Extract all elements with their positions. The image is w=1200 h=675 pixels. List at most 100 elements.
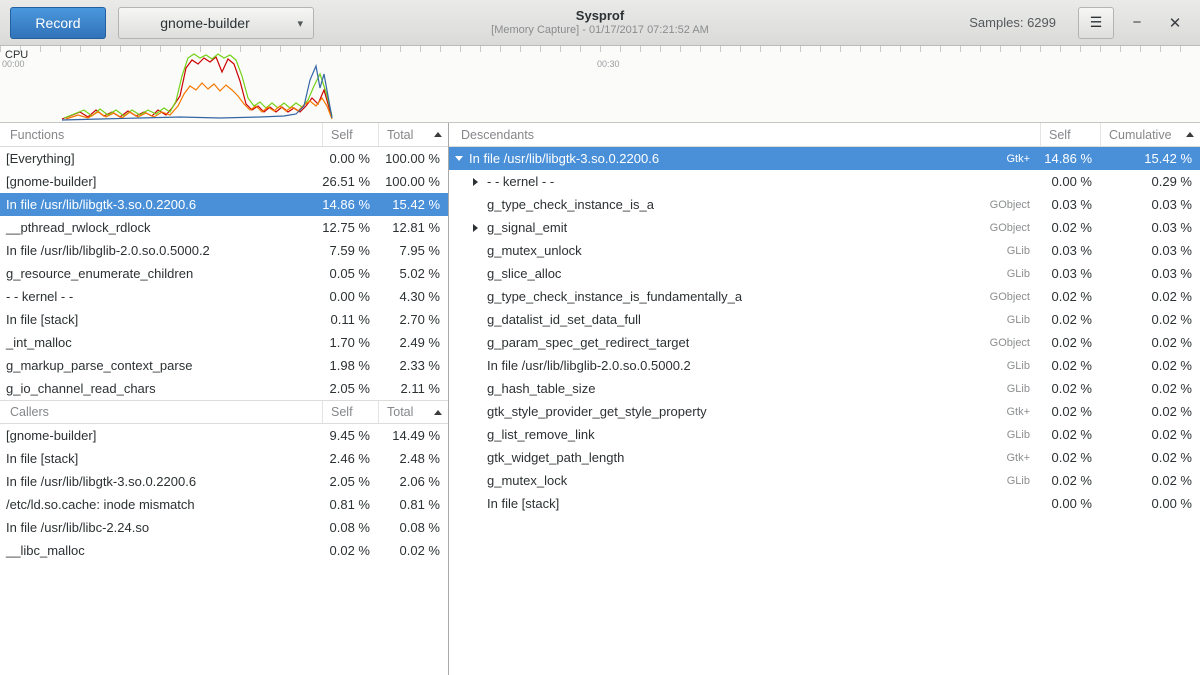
- left-panel: Functions Self Total [Everything]0.00 %1…: [0, 123, 449, 675]
- column-header-functions[interactable]: Functions: [0, 123, 322, 146]
- target-process-dropdown[interactable]: gnome-builder ▾: [118, 7, 314, 39]
- library-tag: GObject: [962, 337, 1040, 349]
- table-row[interactable]: In file /usr/lib/libgtk-3.so.0.2200.6Gtk…: [449, 147, 1200, 170]
- self-value: 9.45 %: [322, 428, 378, 443]
- record-button[interactable]: Record: [10, 7, 106, 39]
- header-bar: Record gnome-builder ▾ Sysprof [Memory C…: [0, 0, 1200, 46]
- library-tag: GLib: [962, 360, 1040, 372]
- column-header-self[interactable]: Self: [322, 401, 378, 423]
- table-row[interactable]: __libc_malloc0.02 %0.02 %: [0, 539, 448, 562]
- function-name: In file [stack]: [0, 312, 322, 327]
- function-name: g_resource_enumerate_children: [0, 266, 322, 281]
- table-row[interactable]: In file [stack]0.11 %2.70 %: [0, 308, 448, 331]
- table-row[interactable]: gtk_widget_path_lengthGtk+0.02 %0.02 %: [449, 446, 1200, 469]
- table-row[interactable]: In file /usr/lib/libgtk-3.so.0.2200.614.…: [0, 193, 448, 216]
- function-name: g_markup_parse_context_parse: [0, 358, 322, 373]
- self-value: 0.00 %: [322, 151, 378, 166]
- total-value: 7.95 %: [378, 243, 448, 258]
- function-name: g_datalist_id_set_data_full: [449, 312, 962, 327]
- function-label: g_type_check_instance_is_fundamentally_a: [487, 289, 742, 304]
- library-tag: GLib: [962, 429, 1040, 441]
- column-header-total[interactable]: Total: [378, 123, 448, 146]
- table-row[interactable]: _int_malloc1.70 %2.49 %: [0, 331, 448, 354]
- cumulative-value: 0.00 %: [1100, 496, 1200, 511]
- function-name: - - kernel - -: [449, 174, 962, 189]
- self-value: 0.02 %: [1040, 289, 1100, 304]
- table-row[interactable]: g_type_check_instance_is_aGObject0.03 %0…: [449, 193, 1200, 216]
- table-row[interactable]: /etc/ld.so.cache: inode mismatch0.81 %0.…: [0, 493, 448, 516]
- function-name: __libc_malloc: [0, 543, 322, 558]
- column-header-cumulative[interactable]: Cumulative: [1100, 123, 1200, 146]
- function-name: [Everything]: [0, 151, 322, 166]
- library-tag: GObject: [962, 291, 1040, 303]
- table-row[interactable]: g_resource_enumerate_children0.05 %5.02 …: [0, 262, 448, 285]
- total-value: 0.02 %: [378, 543, 448, 558]
- table-row[interactable]: g_datalist_id_set_data_fullGLib0.02 %0.0…: [449, 308, 1200, 331]
- cpu-usage-graph[interactable]: CPU 00:00 00:30: [0, 46, 1200, 123]
- table-row[interactable]: In file /usr/lib/libglib-2.0.so.0.5000.2…: [0, 239, 448, 262]
- close-button[interactable]: ✕: [1160, 8, 1190, 38]
- cumulative-value: 0.02 %: [1100, 473, 1200, 488]
- function-label: g_list_remove_link: [487, 427, 595, 442]
- self-value: 0.02 %: [1040, 473, 1100, 488]
- table-row[interactable]: In file /usr/lib/libc-2.24.so0.08 %0.08 …: [0, 516, 448, 539]
- self-value: 0.02 %: [1040, 427, 1100, 442]
- function-name: [gnome-builder]: [0, 428, 322, 443]
- table-row[interactable]: - - kernel - -0.00 %0.29 %: [449, 170, 1200, 193]
- table-row[interactable]: g_type_check_instance_is_fundamentally_a…: [449, 285, 1200, 308]
- column-header-total[interactable]: Total: [378, 401, 448, 423]
- expand-expander-icon[interactable]: [473, 224, 487, 232]
- cumulative-value: 0.03 %: [1100, 266, 1200, 281]
- function-label: g_param_spec_get_redirect_target: [487, 335, 689, 350]
- sort-arrow-icon: [434, 410, 442, 415]
- table-row[interactable]: g_list_remove_linkGLib0.02 %0.02 %: [449, 423, 1200, 446]
- self-value: 0.00 %: [1040, 496, 1100, 511]
- table-row[interactable]: [Everything]0.00 %100.00 %: [0, 147, 448, 170]
- table-row[interactable]: __pthread_rwlock_rdlock12.75 %12.81 %: [0, 216, 448, 239]
- column-header-descendants[interactable]: Descendants: [449, 123, 1040, 146]
- function-name: gtk_widget_path_length: [449, 450, 962, 465]
- table-row[interactable]: In file /usr/lib/libglib-2.0.so.0.5000.2…: [449, 354, 1200, 377]
- library-tag: GLib: [962, 383, 1040, 395]
- total-value: 100.00 %: [378, 151, 448, 166]
- table-row[interactable]: g_hash_table_sizeGLib0.02 %0.02 %: [449, 377, 1200, 400]
- table-row[interactable]: In file /usr/lib/libgtk-3.so.0.2200.62.0…: [0, 470, 448, 493]
- table-row[interactable]: g_signal_emitGObject0.02 %0.03 %: [449, 216, 1200, 239]
- library-tag: Gtk+: [962, 153, 1040, 165]
- hamburger-menu-button[interactable]: ☰: [1078, 7, 1114, 39]
- table-row[interactable]: [gnome-builder]26.51 %100.00 %: [0, 170, 448, 193]
- self-value: 0.02 %: [1040, 381, 1100, 396]
- self-value: 2.46 %: [322, 451, 378, 466]
- table-row[interactable]: g_mutex_unlockGLib0.03 %0.03 %: [449, 239, 1200, 262]
- page-title: Sysprof: [491, 8, 709, 24]
- table-row[interactable]: In file [stack]2.46 %2.48 %: [0, 447, 448, 470]
- library-tag: GObject: [962, 222, 1040, 234]
- function-name: g_slice_alloc: [449, 266, 962, 281]
- table-row[interactable]: In file [stack] 0.00 %0.00 %: [449, 492, 1200, 515]
- table-row[interactable]: gtk_style_provider_get_style_propertyGtk…: [449, 400, 1200, 423]
- self-value: 26.51 %: [322, 174, 378, 189]
- table-row[interactable]: g_mutex_lockGLib0.02 %0.02 %: [449, 469, 1200, 492]
- table-row[interactable]: g_param_spec_get_redirect_targetGObject0…: [449, 331, 1200, 354]
- table-row[interactable]: [gnome-builder]9.45 %14.49 %: [0, 424, 448, 447]
- cpu-series-cpu3: [62, 66, 332, 120]
- table-row[interactable]: g_slice_allocGLib0.03 %0.03 %: [449, 262, 1200, 285]
- total-value: 2.33 %: [378, 358, 448, 373]
- column-header-callers[interactable]: Callers: [0, 401, 322, 423]
- total-value: 2.48 %: [378, 451, 448, 466]
- expand-expander-icon[interactable]: [473, 178, 487, 186]
- column-header-self[interactable]: Self: [322, 123, 378, 146]
- collapse-expander-icon[interactable]: [455, 156, 469, 161]
- table-row[interactable]: g_markup_parse_context_parse1.98 %2.33 %: [0, 354, 448, 377]
- function-name: g_type_check_instance_is_a: [449, 197, 962, 212]
- table-row[interactable]: - - kernel - -0.00 %4.30 %: [0, 285, 448, 308]
- self-value: 0.02 %: [1040, 404, 1100, 419]
- minimize-button[interactable]: −: [1122, 8, 1152, 38]
- cumulative-value: 0.02 %: [1100, 289, 1200, 304]
- function-name: In file [stack]: [449, 496, 962, 511]
- function-name: g_list_remove_link: [449, 427, 962, 442]
- column-header-self[interactable]: Self: [1040, 123, 1100, 146]
- table-row[interactable]: g_io_channel_read_chars2.05 %2.11 %: [0, 377, 448, 400]
- self-value: 0.02 %: [322, 543, 378, 558]
- library-tag: GLib: [962, 268, 1040, 280]
